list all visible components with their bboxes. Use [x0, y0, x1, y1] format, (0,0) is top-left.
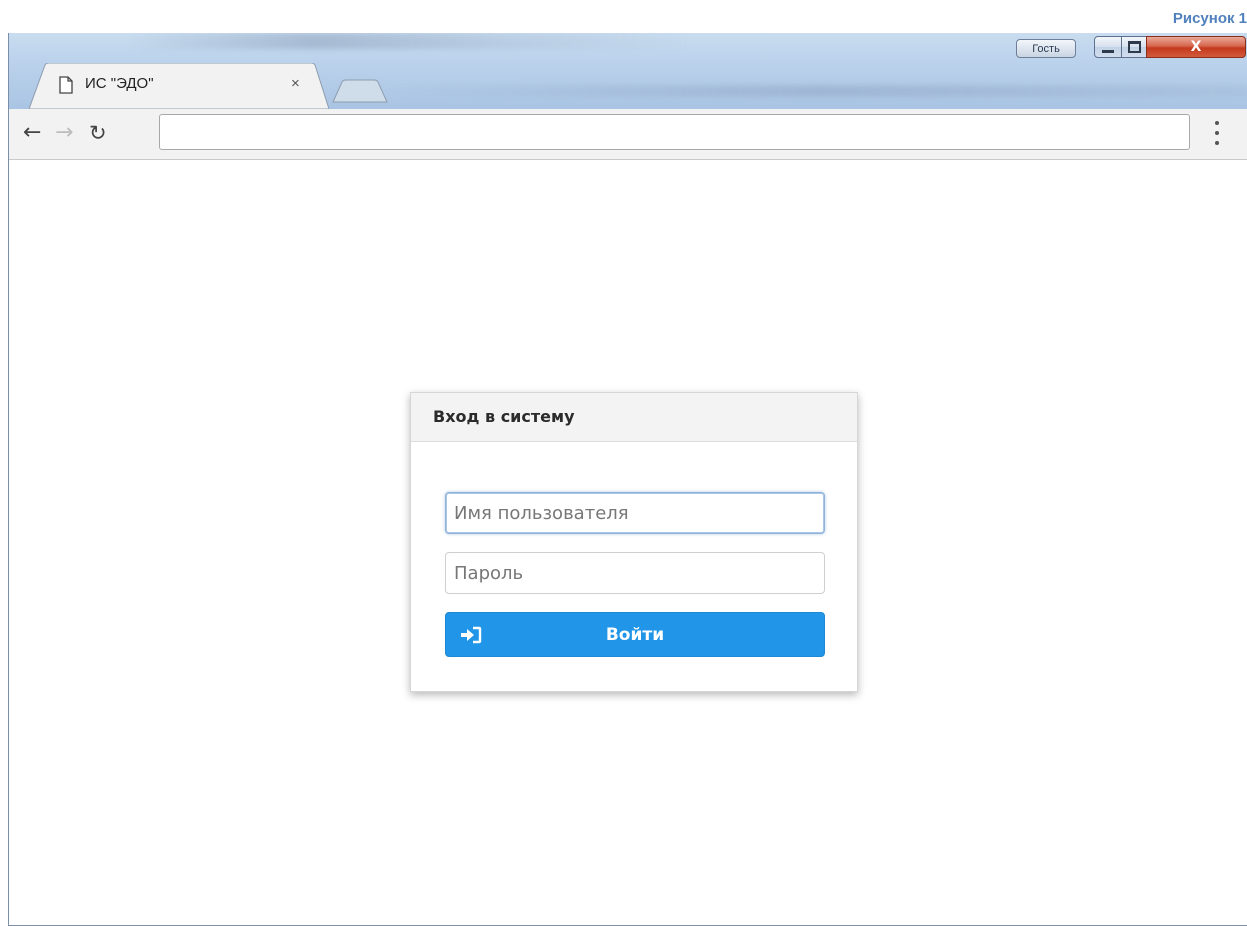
login-title: Вход в систему: [411, 393, 857, 442]
login-button[interactable]: Войти: [445, 612, 825, 657]
browser-toolbar: ← → ↻: [9, 109, 1247, 160]
maximize-icon: [1127, 41, 1141, 53]
tab-close-icon[interactable]: ×: [291, 75, 300, 92]
guest-profile-button[interactable]: Гость: [1016, 39, 1076, 58]
reload-icon[interactable]: ↻: [89, 121, 107, 145]
new-tab-button[interactable]: [331, 79, 391, 103]
new-tab-icon: [332, 79, 388, 103]
address-bar[interactable]: [159, 114, 1190, 150]
minimize-icon: [1102, 49, 1114, 53]
close-icon: X: [1190, 39, 1202, 55]
maximize-button[interactable]: [1121, 36, 1147, 58]
title-bar: Гость X ИС "ЭДО" ×: [9, 33, 1247, 109]
tab-title: ИС "ЭДО": [85, 75, 154, 92]
kebab-menu-icon[interactable]: [1207, 121, 1227, 145]
page-viewport: Вход в систему Войти: [9, 160, 1247, 925]
username-input[interactable]: [445, 492, 825, 534]
login-panel: Вход в систему Войти: [410, 392, 858, 692]
back-arrow-icon[interactable]: ←: [23, 121, 41, 145]
figure-caption: Рисунок 1: [1172, 10, 1247, 27]
password-input[interactable]: [445, 552, 825, 594]
minimize-button[interactable]: [1094, 36, 1122, 58]
tab-active[interactable]: ИС "ЭДО" ×: [29, 63, 329, 109]
browser-window: Гость X ИС "ЭДО" × ← → ↻ Вход в систему …: [8, 33, 1247, 926]
forward-arrow-icon[interactable]: →: [55, 121, 73, 145]
close-window-button[interactable]: X: [1146, 36, 1246, 58]
page-icon: [59, 76, 73, 94]
login-button-label: Войти: [605, 625, 665, 645]
page: Рисунок 1 Гость X ИС "ЭДО" × ← → ↻ Вход …: [0, 0, 1247, 926]
